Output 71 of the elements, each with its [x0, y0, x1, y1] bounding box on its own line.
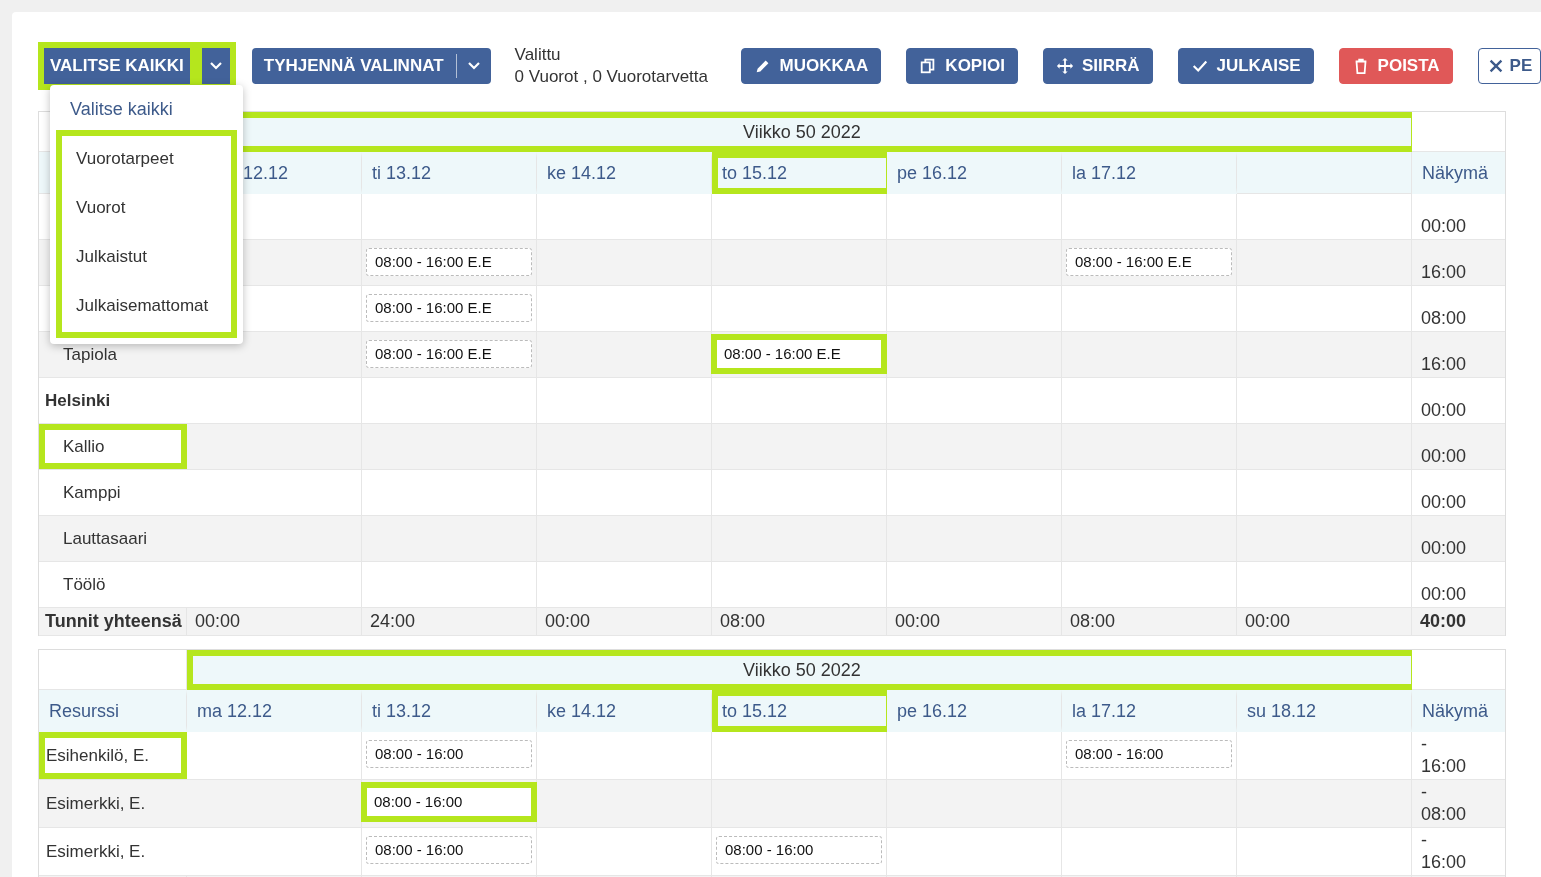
shift-block[interactable]: 08:00 - 16:00 [716, 836, 882, 864]
summary-value: 00:00 [1421, 399, 1468, 421]
total-value: 24:00 [362, 608, 537, 635]
action-button[interactable]: SIIRRÄ [1042, 48, 1153, 84]
total-value: 00:00 [1237, 608, 1412, 635]
summary-value: 16:00 [1421, 261, 1468, 283]
total-value: 00:00 [537, 608, 712, 635]
action-button[interactable]: POISTA [1338, 48, 1453, 84]
total-value: 40:00 [1419, 610, 1468, 633]
selection-summary: 0 Vuorot , 0 Vuorotarvetta [514, 66, 709, 88]
row-label: Helsinki [44, 389, 112, 412]
day-header: ke 14.12 [537, 152, 712, 194]
row-label: Esimerkki, E. [45, 792, 147, 815]
day-header: pe 16.12 [887, 152, 1062, 194]
chevron-down-icon [208, 61, 223, 71]
day-header: ma 12.12 [187, 690, 362, 732]
shift-block[interactable]: 08:00 - 16:00 [1066, 740, 1232, 768]
total-value: 00:00 [187, 608, 362, 635]
menu-item[interactable]: Julkaisemattomat [62, 283, 231, 332]
row-label: Lauttasaari [62, 527, 149, 550]
summary-value: 08:00 [1421, 803, 1468, 825]
day-header: la 17.12 [1062, 690, 1237, 732]
shift-block[interactable]: 08:00 - 16:00 E.E [1066, 248, 1232, 276]
day-header: to 15.12 [712, 690, 887, 732]
shift-block[interactable]: 08:00 - 16:00 E.E [366, 340, 532, 368]
summary-value: 00:00 [1421, 445, 1468, 467]
summary-value: 16:00 [1421, 755, 1468, 777]
day-header: su 18.12 [1237, 690, 1412, 732]
totals-label: Tunnit yhteensä [39, 608, 187, 635]
day-header: to 15.12 [712, 152, 887, 194]
close-panel-button[interactable]: PE [1477, 48, 1541, 84]
move-icon [1055, 57, 1074, 75]
total-value: 00:00 [887, 608, 1062, 635]
menu-item[interactable]: Julkaistut [62, 234, 231, 283]
summary-value: 00:00 [1421, 491, 1468, 513]
row-label: Tapiola [62, 343, 118, 366]
total-value: 08:00 [1062, 608, 1237, 635]
summary-value: 08:00 [1421, 307, 1468, 329]
shift-block[interactable]: 08:00 - 16:00 [361, 782, 537, 822]
row-label: Kamppi [62, 481, 122, 504]
action-button[interactable]: MUOKKAA [740, 48, 882, 84]
summary-dash: - [1421, 829, 1428, 851]
summary-value: 00:00 [1421, 537, 1468, 559]
shift-block[interactable]: 08:00 - 16:00 [366, 836, 532, 864]
shift-block[interactable]: 08:00 - 16:00 E.E [366, 248, 532, 276]
day-header: la 17.12 [1062, 152, 1237, 194]
action-button[interactable]: JULKAISE [1177, 48, 1314, 84]
chevron-down-icon [466, 61, 481, 71]
summary-value: 16:00 [1421, 353, 1468, 375]
week-header: Viikko 50 2022 [187, 650, 1412, 690]
day-header: ti 13.12 [362, 152, 537, 194]
day-header: ke 14.12 [537, 690, 712, 732]
summary-value: 00:00 [1421, 583, 1468, 605]
action-button[interactable]: KOPIOI [906, 48, 1018, 84]
summary-dash: - [1421, 733, 1428, 755]
summary-value: 00:00 [1421, 215, 1468, 237]
shift-block[interactable]: 08:00 - 16:00 E.E [711, 334, 887, 374]
shift-block[interactable]: 08:00 - 16:00 E.E [366, 294, 532, 322]
day-header: pe 16.12 [887, 690, 1062, 732]
row-label: Kallio [39, 424, 187, 469]
total-value: 08:00 [712, 608, 887, 635]
clear-selection-button[interactable]: TYHJENNÄ VALINNAT [251, 48, 456, 84]
row-label: Töölö [62, 573, 107, 596]
summary-value: 16:00 [1421, 851, 1468, 873]
row-label: Esimerkki, E. [45, 840, 147, 863]
shift-block[interactable]: 08:00 - 16:00 [366, 740, 532, 768]
row-label: Esihenkilö, E. [39, 732, 187, 779]
day-header: ti 13.12 [362, 690, 537, 732]
selection-title: Valittu [514, 44, 562, 66]
select-all-button[interactable]: VALITSE KAIKKI [38, 42, 196, 90]
summary-dash: - [1421, 781, 1428, 803]
